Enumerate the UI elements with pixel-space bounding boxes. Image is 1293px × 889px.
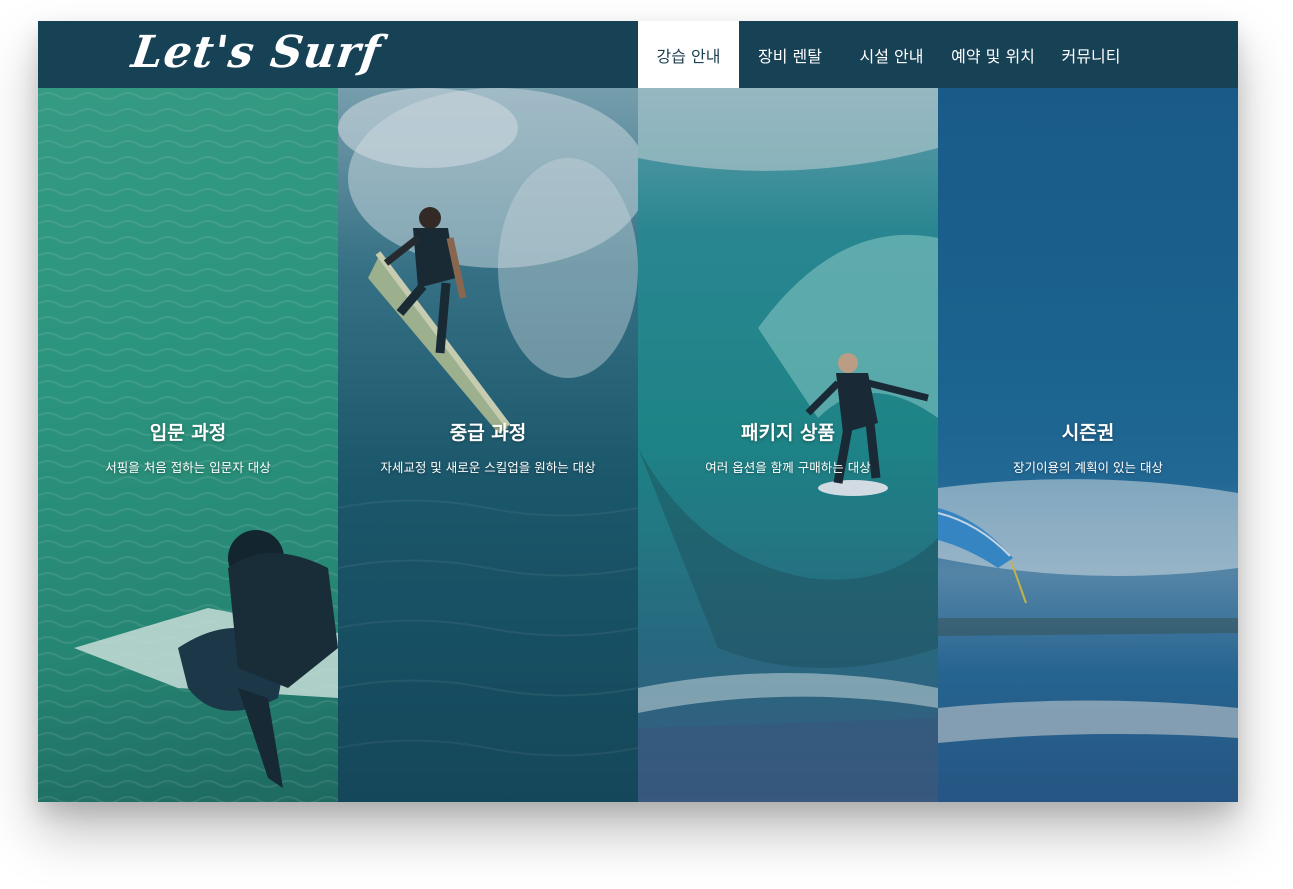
nav-community[interactable]: 커뮤니티 xyxy=(1044,21,1138,88)
course-card-intermediate[interactable]: 중급 과정 자세교정 및 새로운 스킬업을 원하는 대상 xyxy=(338,88,638,802)
course-title: 중급 과정 xyxy=(449,422,527,444)
course-description: 장기이용의 계획이 있는 대상 xyxy=(1013,460,1163,475)
site-logo[interactable]: Let's Surf xyxy=(128,25,385,81)
course-title: 입문 과정 xyxy=(149,422,227,444)
course-title: 패키지 상품 xyxy=(740,422,835,444)
intermediate-caption: 중급 과정 자세교정 및 새로운 스킬업을 원하는 대상 xyxy=(338,418,638,476)
course-description: 자세교정 및 새로운 스킬업을 원하는 대상 xyxy=(380,460,596,475)
course-description: 서핑을 처음 접하는 입문자 대상 xyxy=(105,460,271,475)
course-description: 여러 옵션을 함께 구매하는 대상 xyxy=(705,460,871,475)
course-title: 시즌권 xyxy=(1061,422,1115,444)
package-caption: 패키지 상품 여러 옵션을 함께 구매하는 대상 xyxy=(638,418,938,476)
nav-facilities[interactable]: 시설 안내 xyxy=(841,21,942,88)
course-panels: 입문 과정 서핑을 처음 접하는 입문자 대상 중급 과정 자세교정 및 새로운… xyxy=(38,88,1238,802)
course-card-beginner[interactable]: 입문 과정 서핑을 처음 접하는 입문자 대상 xyxy=(38,88,338,802)
nav-rental[interactable]: 장비 렌탈 xyxy=(739,21,841,88)
page-frame: Let's Surf 강습 안내 장비 렌탈 시설 안내 예약 및 위치 커뮤니… xyxy=(38,21,1238,802)
beginner-caption: 입문 과정 서핑을 처음 접하는 입문자 대상 xyxy=(38,418,338,476)
main-nav: 강습 안내 장비 렌탈 시설 안내 예약 및 위치 커뮤니티 xyxy=(638,21,1138,88)
nav-lessons[interactable]: 강습 안내 xyxy=(638,21,739,88)
nav-reservation-location[interactable]: 예약 및 위치 xyxy=(942,21,1044,88)
course-card-season-pass[interactable]: 시즌권 장기이용의 계획이 있는 대상 xyxy=(938,88,1238,802)
season-pass-caption: 시즌권 장기이용의 계획이 있는 대상 xyxy=(938,418,1238,476)
site-header: Let's Surf 강습 안내 장비 렌탈 시설 안내 예약 및 위치 커뮤니… xyxy=(38,21,1238,88)
course-card-package[interactable]: 패키지 상품 여러 옵션을 함께 구매하는 대상 xyxy=(638,88,938,802)
